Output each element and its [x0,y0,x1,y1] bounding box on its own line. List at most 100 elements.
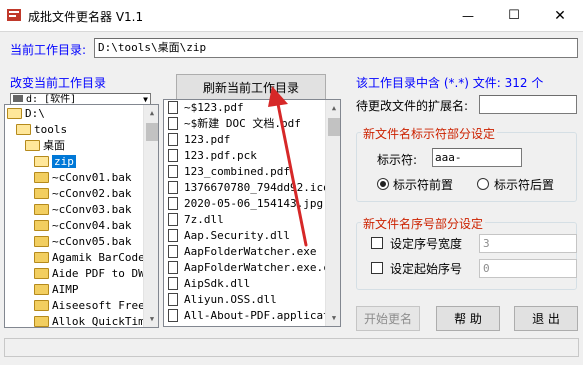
file-count-text: 该工作目录中含 (*.*) 文件: 312 个 [356,76,544,90]
marker-label: 标示符: [377,153,418,167]
file-list-item[interactable]: Aliyun.OSS.dll [164,292,325,308]
seq-start-label[interactable]: 设定起始序号 [390,260,462,277]
folder-icon [34,315,49,327]
folder-tree-item-label: ~cConv01.bak [52,171,132,184]
minimize-button[interactable]: — [445,0,491,31]
workdir-label: 当前工作目录: [10,43,87,57]
seq-width-checkbox[interactable] [371,237,383,249]
folder-tree-item-label: ~cConv02.bak [52,187,132,200]
close-button[interactable]: ✕ [537,0,583,31]
folder-tree-item-label: 桌面 [43,139,65,152]
file-icon [168,116,178,130]
open-folder-icon [16,123,31,135]
marker-input[interactable]: aaa- [432,148,522,167]
radio-selected-dot [380,181,386,187]
seq-start-checkbox[interactable] [371,262,383,274]
seq-width-label[interactable]: 设定序号宽度 [390,235,462,252]
radio-marker-back-label[interactable]: 标示符后置 [494,176,554,193]
folder-tree-item[interactable]: ~cConv02.bak [5,186,143,202]
folder-icon [34,299,49,311]
file-icon [168,164,178,178]
folder-tree-item-label: AIMP [52,283,79,296]
ext-label: 待更改文件的扩展名: [356,99,469,113]
close-icon: ✕ [554,7,566,24]
workdir-field[interactable]: D:\tools\桌面\zip [94,38,578,58]
folder-icon [34,283,49,295]
folder-tree-item[interactable]: AIMP [5,282,143,298]
folder-tree-item[interactable]: ~cConv03.bak [5,202,143,218]
maximize-button[interactable]: ☐ [491,0,537,31]
scroll-thumb[interactable] [328,118,340,136]
scroll-up-icon[interactable]: ▲ [326,100,340,116]
file-icon [168,244,178,258]
help-button[interactable]: 帮 助 [436,306,500,331]
folder-icon [34,203,49,215]
maximize-icon: ☐ [508,8,520,23]
folder-icon [34,251,49,263]
folder-tree-item[interactable]: Agamik BarCoder [5,250,151,266]
folder-tree-item[interactable]: Allok QuickTime t [5,314,158,327]
folder-tree-item-label: ~cConv04.bak [52,219,132,232]
file-icon [168,180,178,194]
file-list-item-label: All-About-PDF.applicati [184,309,337,322]
scroll-down-icon[interactable]: ▼ [144,311,158,327]
folder-tree-item[interactable]: zip [5,154,143,170]
file-list-item-label: AapFolderWatcher.exe.co [184,261,337,274]
change-dir-label: 改变当前工作目录 [10,76,107,90]
marker-group-title: 新文件名标示符部分设定 [361,125,498,142]
seq-group-title: 新文件名序号部分设定 [361,215,486,232]
file-icon [168,276,178,290]
open-folder-icon [25,139,40,151]
folder-tree-item-label: D:\ [25,107,45,120]
file-list-item-label: 123.pdf [184,133,231,146]
folder-tree-item-label: ~cConv03.bak [52,203,132,216]
file-icon [168,132,178,146]
folder-tree-item-label: tools [34,123,68,136]
exit-button[interactable]: 退 出 [514,306,578,331]
scroll-down-icon[interactable]: ▼ [326,310,340,326]
folder-icon [34,267,49,279]
file-icon [168,148,178,162]
file-icon [168,100,178,114]
folder-tree[interactable]: D:\ tools 桌面 zip ~cConv01.bak ~cConv02.bak ~cC… [4,104,159,328]
scroll-thumb[interactable] [146,123,158,141]
app-icon [6,7,22,23]
file-list-item[interactable]: AapFolderWatcher.exe.co [164,260,336,276]
file-icon [168,308,178,322]
seq-start-input[interactable]: 0 [479,259,577,278]
ext-input[interactable] [479,95,577,114]
folder-icon [34,219,49,231]
file-icon [168,212,178,226]
title-bar[interactable]: 成批文件更名器 V1.1 — ☐ ✕ [0,0,583,31]
folder-tree-item-label: zip [52,155,76,168]
folder-tree-item[interactable]: Aide PDF to DWG C [5,266,158,282]
file-list-item[interactable]: AipSdk.dll [164,276,325,292]
folder-tree-item[interactable]: ~cConv01.bak [5,170,143,186]
scroll-up-icon[interactable]: ▲ [144,105,158,121]
seq-width-input[interactable]: 3 [479,234,577,253]
radio-marker-front[interactable] [377,178,389,190]
minimize-icon: — [462,8,474,23]
folder-tree-item[interactable]: Aiseesoft Free Vi [5,298,158,314]
file-icon [168,260,178,274]
folder-icon [34,235,49,247]
file-list-item[interactable]: All-About-PDF.applicati [164,308,336,324]
file-list-item-label: AipSdk.dll [184,277,251,290]
folder-tree-item[interactable]: 桌面 [5,138,143,154]
folder-icon [34,187,49,199]
start-rename-button[interactable]: 开始更名 [356,306,420,331]
radio-marker-back[interactable] [477,178,489,190]
file-icon [168,292,178,306]
annotation-arrow [268,86,308,247]
folder-tree-item[interactable]: ~cConv04.bak [5,218,143,234]
open-folder-icon [34,155,49,167]
folder-tree-scrollbar[interactable]: ▲ ▼ [143,105,158,327]
window-title: 成批文件更名器 V1.1 [28,10,144,24]
radio-marker-front-label[interactable]: 标示符前置 [393,176,453,193]
folder-tree-item[interactable]: D:\ [5,106,143,122]
file-list-scrollbar[interactable]: ▲ ▼ [325,100,340,326]
folder-tree-item[interactable]: tools [5,122,143,138]
file-list-item-label: 123.pdf.pck [184,149,257,162]
folder-tree-item[interactable]: ~cConv05.bak [5,234,143,250]
file-icon [168,228,178,242]
